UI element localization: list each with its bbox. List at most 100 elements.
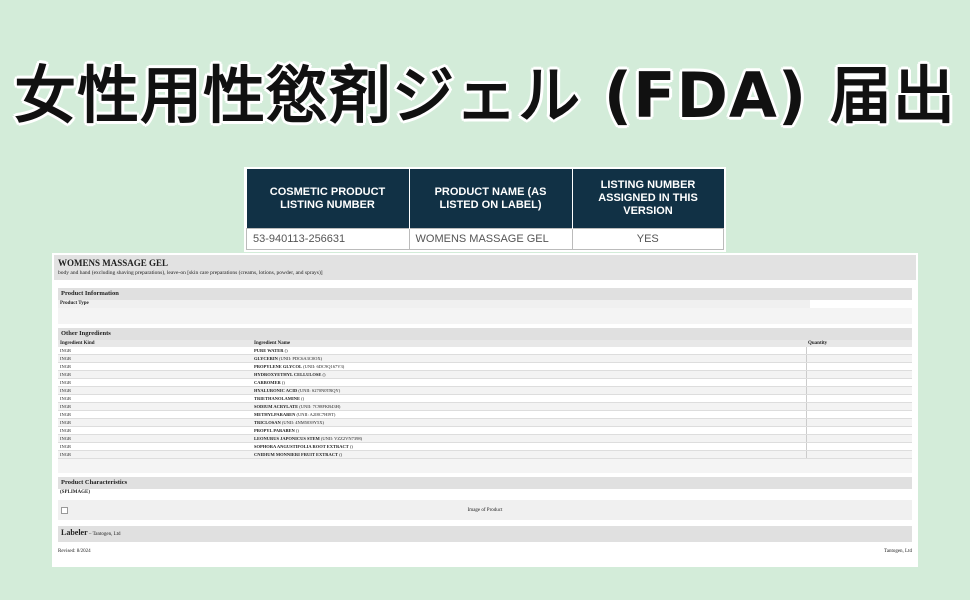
ingredient-name: CNIDIUM MONNIERI FRUIT EXTRACT <box>254 452 339 457</box>
ingredient-quantity <box>805 426 912 435</box>
ingredient-unii: (UNII: A2I8C7HI9T) <box>296 412 336 417</box>
ingredient-quantity <box>805 442 912 451</box>
ingredient-unii: (UNII: S270N0TRQY) <box>298 388 341 393</box>
product-characteristics-value: (SPLIMAGE) <box>60 490 90 495</box>
ingredient-name: PROPYL PARABEN <box>254 428 295 433</box>
table-row: INGR CARBOMER () <box>58 378 912 387</box>
ingredient-name: TRICLOSAN <box>254 420 281 425</box>
ingredient-quantity <box>805 434 912 443</box>
ingredient-kind: INGR <box>58 354 252 363</box>
table-row: INGR PROPYL PARABEN () <box>58 426 912 435</box>
ingredient-quantity <box>805 370 912 379</box>
footer-company: Tantogen, Ltd <box>884 549 912 554</box>
ingredient-kind: INGR <box>58 426 252 435</box>
ingredient-name-cell: PROPYLENE GLYCOL (UNII: 6DC9Q167V3) <box>252 362 806 371</box>
labeler-section: Labeler – Tantogen, Ltd <box>58 526 912 542</box>
ingredient-unii: (UNII: 6DC9Q167V3) <box>303 364 345 369</box>
ingredient-name: TRIETHANOLAMINE <box>254 396 301 401</box>
ingredient-kind: INGR <box>58 394 252 403</box>
product-information-heading: Product Information <box>58 288 912 300</box>
ingredient-quantity <box>805 378 912 387</box>
ingredient-kind: INGR <box>58 434 252 443</box>
product-image-row: Image of Product <box>58 500 912 520</box>
ingredient-unii: () <box>284 348 288 353</box>
document-header: WOMENS MASSAGE GEL body and hand (exclud… <box>54 255 916 280</box>
product-image-caption: Image of Product <box>467 508 503 513</box>
ingredient-kind: INGR <box>58 347 252 355</box>
document-subtitle: body and hand (excluding shaving prepara… <box>58 270 323 276</box>
ingredient-name: HYDROXYETHYL CELLULOSE <box>254 372 322 377</box>
ingredient-unii: (UNII: 7C98FKB43H) <box>299 404 341 409</box>
ingredient-name-cell: PROPYL PARABEN () <box>252 426 806 435</box>
ingredient-name-cell: CARBOMER () <box>252 378 806 387</box>
table-row: INGR GLYCERIN (UNII: PDC6A3C0OX) <box>58 354 912 363</box>
listing-table: COSMETIC PRODUCT LISTING NUMBER PRODUCT … <box>246 169 724 250</box>
ingredient-quantity <box>805 394 912 403</box>
listing-header-number: COSMETIC PRODUCT LISTING NUMBER <box>246 169 410 229</box>
ingredient-unii: (UNII: PDC6A3C0OX) <box>278 356 323 361</box>
ingredient-name-cell: SODIUM ACRYLATE (UNII: 7C98FKB43H) <box>252 402 806 411</box>
ingredient-kind: INGR <box>58 378 252 387</box>
table-row: INGR PURE WATER () <box>58 347 912 355</box>
ingredient-name: PURE WATER <box>254 348 284 353</box>
other-ingredients-heading: Other Ingredients <box>58 328 912 340</box>
listing-header-assigned: LISTING NUMBER ASSIGNED IN THIS VERSION <box>572 169 724 229</box>
product-characteristics-heading: Product Characteristics <box>58 477 912 489</box>
ingredient-name-cell: GLYCERIN (UNII: PDC6A3C0OX) <box>252 354 806 363</box>
ingredient-unii: () <box>281 380 285 385</box>
ingredient-unii: () <box>301 396 305 401</box>
ingredient-name: SODIUM ACRYLATE <box>254 404 299 409</box>
product-information-body <box>58 308 912 324</box>
ingredient-unii: (UNII: 4NM5039Y5X) <box>281 420 325 425</box>
ingredient-unii: () <box>339 452 343 457</box>
ingredient-quantity <box>805 347 912 355</box>
ingredient-name: CARBOMER <box>254 380 281 385</box>
ingredient-quantity <box>805 402 912 411</box>
assigned-cell: YES <box>571 228 724 250</box>
table-row: INGR PROPYLENE GLYCOL (UNII: 6DC9Q167V3) <box>58 362 912 371</box>
table-row: INGR HYALURONIC ACID (UNII: S270N0TRQY) <box>58 386 912 395</box>
product-type-value <box>810 300 912 308</box>
listing-table-container: COSMETIC PRODUCT LISTING NUMBER PRODUCT … <box>244 167 726 252</box>
ingredient-unii: () <box>322 372 326 377</box>
ingredient-unii: (UNII: VZZ2VN7398) <box>320 436 363 441</box>
ingredient-quantity <box>805 386 912 395</box>
ingredient-name-cell: LEONURUS JAPONICUS STEM (UNII: VZZ2VN739… <box>252 434 806 443</box>
product-type-row: Product Type <box>58 300 912 308</box>
ingredients-footer-space <box>58 459 912 473</box>
ingredient-quantity <box>805 410 912 419</box>
ingredient-name-cell: CNIDIUM MONNIERI FRUIT EXTRACT () <box>252 450 806 459</box>
table-row: INGR LEONURUS JAPONICUS STEM (UNII: VZZ2V… <box>58 434 912 443</box>
labeler-label: Labeler <box>61 528 88 537</box>
ingredient-quantity <box>805 418 912 427</box>
table-row: INGR TRICLOSAN (UNII: 4NM5039Y5X) <box>58 418 912 427</box>
quantity-header: Quantity <box>806 340 912 347</box>
ingredient-name: METHYLPARABEN <box>254 412 296 417</box>
product-name-cell: WOMENS MASSAGE GEL <box>408 228 573 250</box>
ingredient-kind: INGR <box>58 402 252 411</box>
ingredient-name: HYALURONIC ACID <box>254 388 298 393</box>
ingredient-kind: INGR <box>58 442 252 451</box>
revised-date: Revised: 8/2024 <box>58 549 91 554</box>
ingredient-quantity <box>805 354 912 363</box>
document-footer: Revised: 8/2024 Tantogen, Ltd <box>58 548 912 555</box>
ingredient-name-cell: SOPHORA ANGUSTIFOLIA ROOT EXTRACT () <box>252 442 806 451</box>
ingredients-table: Ingredient Kind Ingredient Name Quantity… <box>58 340 912 459</box>
table-row: INGR SOPHORA ANGUSTIFOLIA ROOT EXTRACT () <box>58 442 912 451</box>
table-row: INGR METHYLPARABEN (UNII: A2I8C7HI9T) <box>58 410 912 419</box>
ingredient-kind: INGR <box>58 386 252 395</box>
table-row: INGR HYDROXYETHYL CELLULOSE () <box>58 370 912 379</box>
table-row: INGR CNIDIUM MONNIERI FRUIT EXTRACT () <box>58 450 912 459</box>
ingredient-kind: INGR <box>58 362 252 371</box>
product-type-label: Product Type <box>58 300 810 308</box>
ingredient-unii: () <box>295 428 299 433</box>
ingredient-kind: INGR <box>58 370 252 379</box>
ingredient-kind: INGR <box>58 410 252 419</box>
ingredient-kind: INGR <box>58 418 252 427</box>
listing-header-name: PRODUCT NAME (AS LISTED ON LABEL) <box>409 169 573 229</box>
table-row: INGR SODIUM ACRYLATE (UNII: 7C98FKB43H) <box>58 402 912 411</box>
label-document: WOMENS MASSAGE GEL body and hand (exclud… <box>52 253 918 567</box>
ingredient-name: LEONURUS JAPONICUS STEM <box>254 436 320 441</box>
ingredient-name: PROPYLENE GLYCOL <box>254 364 302 369</box>
labeler-name: – Tantogen, Ltd <box>87 532 121 537</box>
